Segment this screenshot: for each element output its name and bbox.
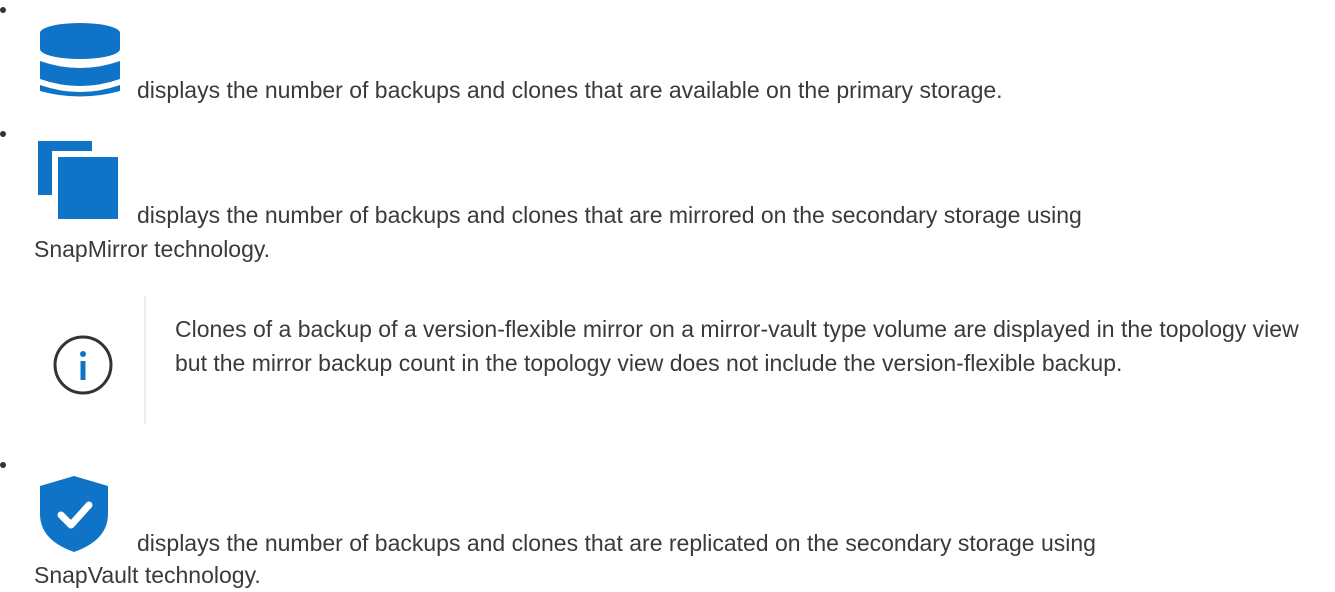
item-description-continued: SnapVault technology. <box>34 562 261 588</box>
note-divider <box>144 296 146 424</box>
vault-shield-icon <box>38 474 110 563</box>
note-text: Clones of a backup of a version-flexible… <box>175 316 1299 376</box>
mirror-copy-icon <box>38 141 118 228</box>
item-description: displays the number of backups and clone… <box>137 530 1096 556</box>
bullet <box>0 131 6 137</box>
item-description: displays the number of backups and clone… <box>137 202 1082 228</box>
database-icon <box>38 22 122 107</box>
item-description-continued: SnapMirror technology. <box>34 236 271 262</box>
info-icon <box>52 334 114 405</box>
bullet <box>0 462 6 468</box>
document-page: { "items": [ { "icon": "database-icon", … <box>0 0 1335 588</box>
item-description: displays the number of backups and clone… <box>137 77 1003 103</box>
bullet <box>0 7 6 13</box>
